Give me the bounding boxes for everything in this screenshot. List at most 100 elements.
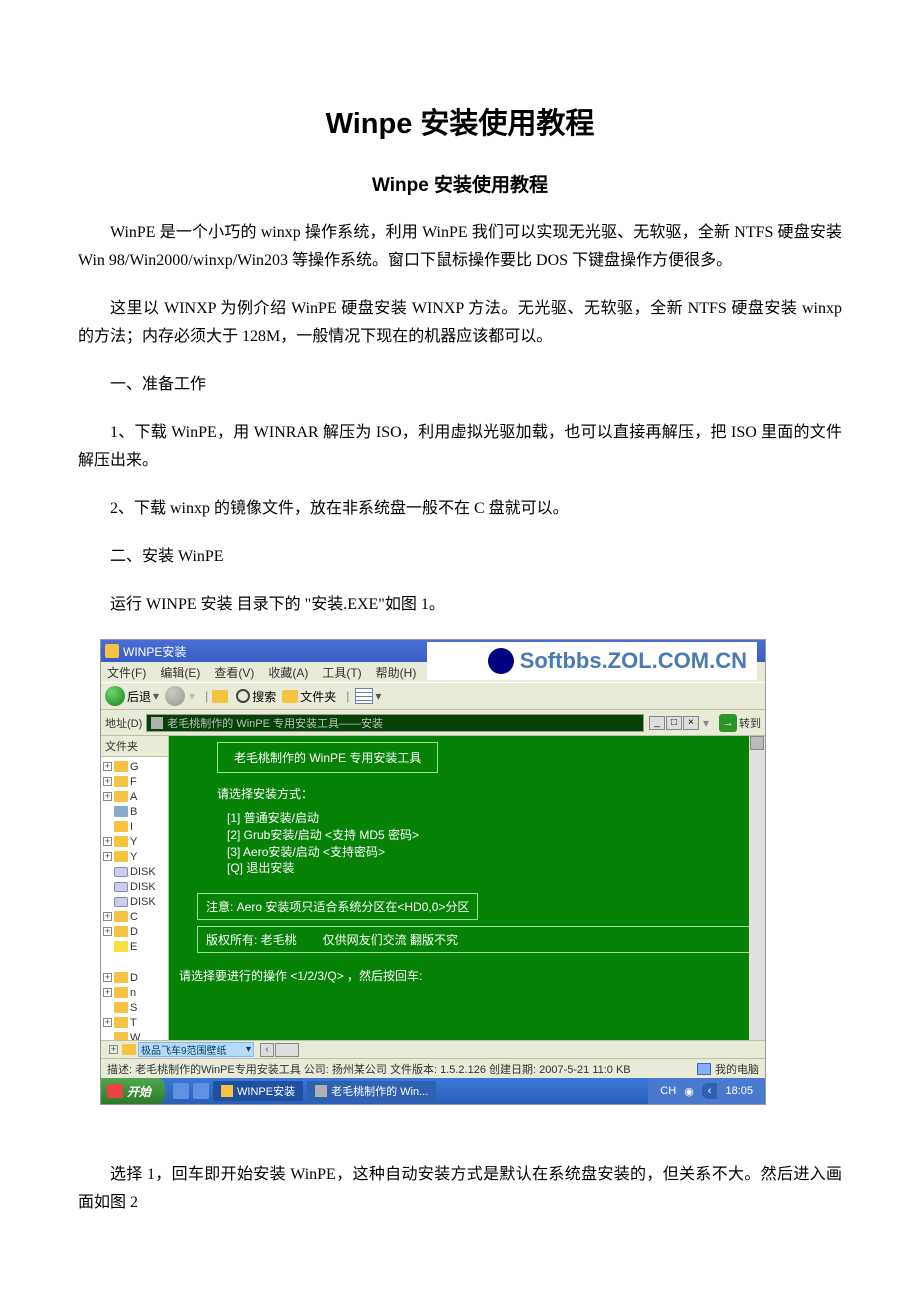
menu-tools[interactable]: 工具(T)	[322, 664, 361, 681]
folders-label: 文件夹	[300, 688, 336, 705]
toolbar: 后退 ▾ ▾ | 搜索 文件夹 | ▾	[101, 682, 765, 710]
taskbar-item-console[interactable]: 老毛桃制作的 Win...	[307, 1081, 436, 1101]
tree-item[interactable]: +T	[103, 1015, 168, 1030]
minimize-button[interactable]: _	[649, 716, 665, 730]
logo-swirl-icon	[488, 648, 514, 674]
scroll-thumb[interactable]	[750, 736, 764, 750]
start-button[interactable]: 开始	[101, 1078, 165, 1104]
paragraph-step1: 1、下载 WinPE，用 WINRAR 解压为 ISO，利用虚拟光驱加载，也可以…	[78, 419, 842, 475]
scrollbar[interactable]	[749, 736, 765, 1040]
tree-item[interactable]: +Y	[103, 849, 168, 864]
maximize-button[interactable]: □	[666, 716, 682, 730]
menu-edit[interactable]: 编辑(E)	[160, 664, 200, 681]
windows-flag-icon	[107, 1084, 123, 1098]
tray-icon[interactable]: ◉	[684, 1085, 694, 1098]
tree-bottom-row: + 极品飞车9范围壁纸 ▾ ‹	[101, 1040, 765, 1058]
copyright-owner: 版权所有: 老毛桃	[206, 931, 297, 948]
console-window[interactable]: 老毛桃制作的 WinPE 专用安装工具 请选择安装方式： [1] 普通安装/启动…	[169, 736, 765, 1040]
hscroll-track[interactable]	[275, 1043, 299, 1057]
views-button[interactable]: ▾	[353, 688, 381, 704]
folder-combo[interactable]: 极品飞车9范围壁纸 ▾	[138, 1042, 254, 1057]
start-label: 开始	[127, 1083, 151, 1100]
go-label: 转到	[739, 715, 761, 731]
paragraph-step2: 2、下载 winxp 的镜像文件，放在非系统盘一般不在 C 盘就可以。	[78, 495, 842, 523]
menu-view[interactable]: 查看(V)	[214, 664, 254, 681]
clock[interactable]: 18:05	[725, 1085, 753, 1097]
menu-favorites[interactable]: 收藏(A)	[268, 664, 308, 681]
status-location: 我的电脑	[697, 1061, 759, 1077]
paragraph-intro: WinPE 是一个小巧的 winxp 操作系统，利用 WinPE 我们可以实现无…	[78, 219, 842, 275]
go-button[interactable]: →	[719, 714, 737, 732]
tree-item[interactable]: +DISK	[103, 879, 168, 894]
tree-item[interactable]: +n	[103, 985, 168, 1000]
forward-button[interactable]: ▾	[165, 686, 195, 706]
address-text: 老毛桃制作的 WinPE 专用安装工具——安装	[167, 715, 383, 731]
console-opt-q: [Q] 退出安装	[227, 860, 755, 877]
quick-launch-ie-icon[interactable]	[173, 1083, 189, 1099]
quick-launch-desktop-icon[interactable]	[193, 1083, 209, 1099]
taskbar-item-winpe[interactable]: WINPE安装	[213, 1081, 303, 1101]
search-icon	[236, 689, 250, 703]
console-options: [1] 普通安装/启动 [2] Grub安装/启动 <支持 MD5 密码> [3…	[227, 810, 755, 877]
heading-install: 二、安装 WinPE	[78, 543, 842, 571]
back-label: 后退	[127, 688, 151, 705]
address-bar: 地址(D) 老毛桃制作的 WinPE 专用安装工具——安装 _ □ × ▾ → …	[101, 710, 765, 736]
console-choose-label: 请选择安装方式：	[217, 785, 755, 802]
folders-icon	[282, 690, 298, 703]
console-opt-2: [2] Grub安装/启动 <支持 MD5 密码>	[227, 827, 755, 844]
watermark-text: Softbbs.ZOL.COM.CN	[520, 648, 747, 674]
menu-file[interactable]: 文件(F)	[107, 664, 146, 681]
tree-item[interactable]: +I	[103, 819, 168, 834]
console-opt-3: [3] Aero安装/启动 <支持密码>	[227, 844, 755, 861]
up-button[interactable]	[212, 690, 230, 703]
views-icon	[355, 688, 373, 704]
menu-help[interactable]: 帮助(H)	[376, 664, 417, 681]
language-indicator[interactable]: CH	[660, 1085, 676, 1097]
hscroll-left-icon[interactable]: ‹	[260, 1043, 274, 1057]
address-label: 地址(D)	[105, 715, 142, 731]
child-window-controls: _ □ ×	[648, 716, 699, 730]
watermark-logo: Softbbs.ZOL.COM.CN	[427, 642, 757, 680]
main-title: Winpe 安装使用教程	[78, 100, 842, 142]
address-dropdown-icon[interactable]: ▾	[703, 716, 709, 730]
toolbar-separator-2: |	[346, 689, 349, 703]
tree-item[interactable]: +F	[103, 774, 168, 789]
tree-item[interactable]: +Y	[103, 834, 168, 849]
tree-item[interactable]: +S	[103, 1000, 168, 1015]
tree-item[interactable]: +A	[103, 789, 168, 804]
taskbar-item-folder-icon	[221, 1085, 233, 1097]
tree-item[interactable]: +D	[103, 924, 168, 939]
tree-item[interactable]: +G	[103, 759, 168, 774]
screenshot-figure-1: Softbbs.ZOL.COM.CN WINPE安装 文件(F) 编辑(E) 查…	[100, 639, 766, 1105]
tree-item[interactable]: +C	[103, 909, 168, 924]
folders-button[interactable]: 文件夹	[282, 688, 336, 705]
search-label: 搜索	[252, 688, 276, 705]
clock-left-icon[interactable]: ‹	[702, 1083, 718, 1099]
copyright-notice: 仅供网友们交流 翻版不究	[323, 931, 458, 948]
folder-tree[interactable]: 文件夹 +G +F +A +B +I +Y +Y +DISK +DISK +DI…	[101, 736, 169, 1040]
tree-item[interactable]: +DISK	[103, 894, 168, 909]
tree-list: +G +F +A +B +I +Y +Y +DISK +DISK +DISK +…	[101, 757, 168, 1040]
close-button[interactable]: ×	[683, 716, 699, 730]
status-bar: 描述: 老毛桃制作的WinPE专用安装工具 公司: 扬州某公司 文件版本: 1.…	[101, 1058, 765, 1078]
folder-up-icon	[212, 690, 228, 703]
tree-item[interactable]: +B	[103, 804, 168, 819]
address-input[interactable]: 老毛桃制作的 WinPE 专用安装工具——安装	[146, 714, 644, 732]
tree-item[interactable]	[103, 954, 168, 962]
tree-item[interactable]: +DISK	[103, 864, 168, 879]
sub-title: Winpe 安装使用教程	[78, 170, 842, 197]
window-icon	[105, 644, 119, 658]
tree-item[interactable]	[103, 962, 168, 970]
tree-item[interactable]: +W	[103, 1030, 168, 1040]
search-button[interactable]: 搜索	[236, 688, 276, 705]
console-title-box: 老毛桃制作的 WinPE 专用安装工具	[217, 742, 438, 773]
back-button[interactable]: 后退 ▾	[105, 686, 159, 706]
system-tray: CH ◉ ‹ 18:05	[648, 1078, 765, 1104]
console-note: 注意: Aero 安装项只适合系统分区在<HD0,0>分区	[197, 893, 478, 920]
tree-item[interactable]: +D	[103, 970, 168, 985]
taskbar-item-console-icon	[315, 1085, 327, 1097]
paragraph-example: 这里以 WINXP 为例介绍 WinPE 硬盘安装 WINXP 方法。无光驱、无…	[78, 295, 842, 351]
forward-arrow-icon	[165, 686, 185, 706]
tree-header: 文件夹	[101, 736, 168, 757]
tree-item[interactable]: +E	[103, 939, 168, 954]
